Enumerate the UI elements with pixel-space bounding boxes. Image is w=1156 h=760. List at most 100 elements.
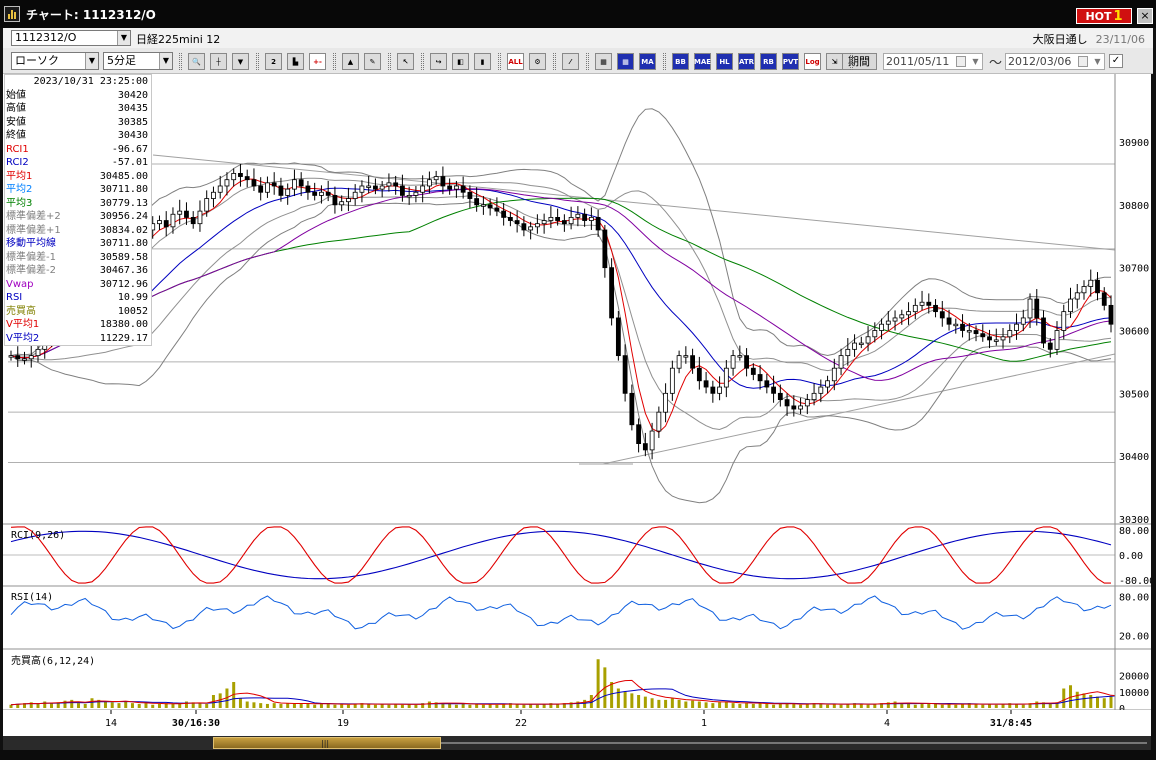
volume-bar <box>691 700 695 708</box>
crosshair-icon[interactable]: ┼ <box>210 53 227 70</box>
info-label: RSI <box>6 292 23 303</box>
candle-body <box>211 191 216 199</box>
info-row: 終値 30430 <box>5 129 151 143</box>
candle-indicator-icon[interactable]: ▼ <box>232 53 249 70</box>
volume-bar <box>1021 704 1025 708</box>
hot-badge[interactable]: HOT 1 <box>1076 8 1132 24</box>
export-icon[interactable]: ⇲ <box>826 53 843 70</box>
candle-body <box>892 317 898 322</box>
candle-body <box>879 323 884 331</box>
price-marker-icon[interactable]: ◧ <box>452 53 469 70</box>
triangle-icon[interactable]: ▲ <box>342 53 359 70</box>
volume-bar <box>522 704 526 708</box>
info-row: 平均2 30711.80 <box>5 183 151 197</box>
all-icon[interactable]: ALL <box>507 53 524 70</box>
volume-bar <box>583 699 587 708</box>
redo-icon[interactable]: ↪ <box>430 53 447 70</box>
candle-body <box>791 405 797 410</box>
x-tick-label: 14 <box>105 718 117 729</box>
tech-1-icon[interactable]: ▦ <box>617 53 634 70</box>
candle-body <box>204 198 210 212</box>
info-value: 30485.00 <box>99 170 148 182</box>
interval-select[interactable]: 5分足 ▼ <box>103 52 173 70</box>
cursor-arrow-icon[interactable]: ↖ <box>397 53 414 70</box>
log-icon[interactable]: Log <box>804 53 821 70</box>
chart-canvas[interactable]: RCI(9,26) RSI(14) 売買高(6,12,24) 30900 3080… <box>3 74 1155 736</box>
magnify-2-icon[interactable]: 2 <box>265 53 282 70</box>
volume-bar <box>724 701 728 708</box>
volume-bar <box>468 704 472 708</box>
candle-body <box>534 223 540 228</box>
pvt-icon[interactable]: PVT <box>782 53 799 70</box>
chart-type-select[interactable]: ローソク ▼ <box>11 52 99 70</box>
volume-bar <box>495 704 499 708</box>
pencil-icon[interactable]: ✎ <box>364 53 381 70</box>
chevron-down-icon[interactable]: ▼ <box>159 53 172 69</box>
volume-bar <box>90 698 94 708</box>
symbol-code: 1112312/O <box>15 31 77 44</box>
candle-body <box>346 198 351 203</box>
volume-bar <box>454 704 458 708</box>
candle-body <box>467 191 473 199</box>
volume-bar <box>286 703 290 708</box>
info-row: 標準偏差-1 30589.58 <box>5 251 151 265</box>
candle-body <box>251 179 257 187</box>
chart-area[interactable]: RCI(9,26) RSI(14) 売買高(6,12,24) 30900 3080… <box>3 74 1155 736</box>
calendar-icon[interactable] <box>1078 56 1088 67</box>
info-value: 30712.96 <box>99 278 148 290</box>
plus-minus-icon[interactable]: +- <box>309 53 326 70</box>
window-title: チャート: 1112312/O <box>26 7 156 22</box>
info-timestamp: 2023/10/31 23:25:00 <box>33 76 148 87</box>
grip-icon[interactable]: ||| <box>321 739 329 748</box>
candle-up-icon[interactable]: ▮ <box>474 53 491 70</box>
volume-bar <box>36 703 40 708</box>
zoom-icon[interactable]: 🔍 <box>188 53 205 70</box>
candle-body <box>1000 336 1006 341</box>
period-button[interactable]: 期間 <box>841 53 877 70</box>
candle-body <box>1027 298 1033 319</box>
chevron-down-icon[interactable]: ▼ <box>85 53 98 69</box>
info-row: 平均1 30485.00 <box>5 170 151 184</box>
volume-bar <box>387 704 391 708</box>
candle-body <box>980 333 986 338</box>
volume-bar <box>1096 696 1100 708</box>
toolbar-separator <box>850 53 853 70</box>
brush-icon[interactable]: ⁄ <box>562 53 579 70</box>
candle-body <box>406 195 412 198</box>
candle-body <box>912 304 918 313</box>
info-label: 平均3 <box>6 197 33 209</box>
symbol-select[interactable]: 1112312/O ▼ <box>11 30 131 46</box>
date-to-input[interactable]: 2012/03/06 ▼ <box>1005 53 1105 70</box>
candle-body <box>1047 342 1053 350</box>
candle-body <box>1101 292 1107 306</box>
volume-bar <box>272 703 276 708</box>
candle-body <box>960 323 965 331</box>
x-tick-label: 1 <box>701 718 707 729</box>
volume-bar <box>333 704 337 708</box>
info-row: 標準偏差+2 30956.24 <box>5 210 151 224</box>
chart-scrollbar[interactable]: ||| <box>3 736 1151 750</box>
candle-body <box>622 355 628 394</box>
candle-body <box>825 380 830 388</box>
bar-chart-icon[interactable]: ▙ <box>287 53 304 70</box>
mae-icon[interactable]: MAE <box>694 53 711 70</box>
rbo-icon[interactable]: RB <box>760 53 777 70</box>
bb-icon[interactable]: BB <box>672 53 689 70</box>
chevron-down-icon[interactable]: ▼ <box>1091 54 1104 69</box>
period-checkbox[interactable]: ✓ <box>1109 54 1123 68</box>
info-value: 30467.36 <box>99 265 148 276</box>
market-date: 23/11/06 <box>1095 33 1145 46</box>
candle-body <box>163 220 169 228</box>
settings-icon[interactable]: ⚙ <box>529 53 546 70</box>
color-icon[interactable]: ▦ <box>595 53 612 70</box>
ma-icon[interactable]: MA <box>639 53 656 70</box>
atr-icon[interactable]: ATR <box>738 53 755 70</box>
calendar-icon[interactable] <box>956 56 966 67</box>
chevron-down-icon[interactable]: ▼ <box>969 54 982 69</box>
chevron-down-icon[interactable]: ▼ <box>117 31 130 45</box>
candle-body <box>629 392 635 426</box>
hl-icon[interactable]: HL <box>716 53 733 70</box>
date-from-input[interactable]: 2011/05/11 ▼ <box>883 53 983 70</box>
rsi-label: RSI(14) <box>11 592 53 603</box>
close-icon[interactable]: × <box>1137 8 1153 24</box>
